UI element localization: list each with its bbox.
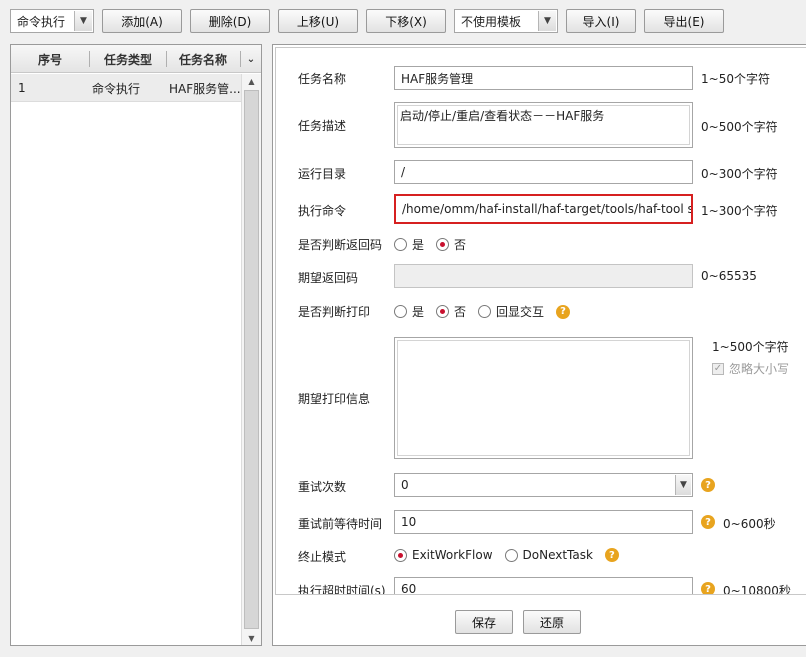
check-return-code-label: 是否判断返回码 (298, 238, 383, 252)
task-name-input[interactable]: HAF服务管理 (394, 66, 693, 90)
radio-button[interactable] (478, 305, 492, 318)
template-select-value: 不使用模板 (461, 14, 522, 29)
ignore-case-option[interactable]: ✓ 忽略大小写 (712, 360, 789, 377)
run-dir-label: 运行目录 (298, 167, 347, 181)
task-type-select-value: 命令执行 (17, 14, 66, 29)
help-icon[interactable]: ? (604, 548, 619, 562)
table-row[interactable]: 1 命令执行 HAF服务管... (11, 74, 241, 102)
check-print-radios: 是 否 回显交互 ? (394, 303, 571, 320)
radio-button[interactable] (394, 305, 407, 318)
retry-count-label: 重试次数 (298, 480, 347, 494)
column-header-type[interactable]: 任务类型 (90, 45, 166, 73)
task-desc-hint: 0~500个字符 (701, 120, 778, 134)
radio-button[interactable] (394, 238, 407, 251)
run-dir-input[interactable]: / (394, 160, 693, 184)
radio-label: 否 (454, 305, 467, 319)
chevron-down-icon[interactable]: ▼ (74, 11, 92, 31)
radio-button[interactable] (504, 548, 518, 562)
expected-print-hint: 1~500个字符 (712, 340, 789, 354)
retry-count-select[interactable]: 0 ▼ (394, 473, 693, 497)
ignore-case-label: 忽略大小写 (729, 362, 790, 376)
row-index: 1 (18, 81, 26, 95)
exec-timeout-label: 执行超时时间(s) (298, 584, 386, 595)
exec-cmd-label: 执行命令 (298, 204, 347, 218)
radio-label: 是 (412, 305, 425, 319)
expected-return-code-label: 期望返回码 (298, 271, 359, 285)
chevron-down-icon[interactable]: ▼ (675, 475, 691, 495)
expected-return-code-hint: 0~65535 (701, 269, 757, 283)
checkbox[interactable]: ✓ (712, 362, 724, 375)
retry-count-value: 0 (401, 478, 409, 492)
export-button[interactable]: 导出(E) (644, 9, 724, 33)
check-print-no[interactable]: 否 (436, 303, 466, 320)
delete-button[interactable]: 删除(D) (190, 9, 270, 33)
radio-label: 回显交互 (496, 305, 545, 319)
check-print-yes[interactable]: 是 (394, 303, 424, 320)
task-list-scrollbar[interactable]: ▲ ▼ (241, 74, 261, 645)
task-desc-textarea[interactable]: 启动/停止/重启/查看状态－－HAF服务 (394, 102, 693, 148)
check-return-code-radios: 是 否 (394, 236, 478, 253)
expected-print-text (397, 340, 690, 456)
help-icon[interactable]: ? (701, 582, 715, 594)
retry-wait-hint: 0~600秒 (723, 517, 776, 531)
task-type-select[interactable]: 命令执行 ▼ (10, 9, 94, 33)
exec-cmd-hint: 1~300个字符 (701, 204, 778, 218)
scroll-down-icon[interactable]: ▼ (242, 631, 261, 645)
terminate-mode-radios: ExitWorkFlow DoNextTask ? (394, 548, 619, 562)
exec-cmd-input[interactable]: /home/omm/haf-install/haf-target/tools/h… (394, 194, 693, 224)
check-print-interactive[interactable]: 回显交互 (478, 303, 544, 320)
retry-wait-label: 重试前等待时间 (298, 517, 383, 531)
task-detail-panel: 任务名称 HAF服务管理 1~50个字符 任务描述 启动/停止/重启/查看状态－… (272, 44, 806, 646)
radio-button-selected[interactable] (394, 548, 407, 562)
expected-return-code-input[interactable] (394, 264, 693, 288)
save-button[interactable]: 保存 (455, 610, 513, 634)
radio-label: 是 (412, 238, 425, 252)
task-name-hint: 1~50个字符 (701, 72, 770, 86)
move-down-button[interactable]: 下移(X) (366, 9, 446, 33)
scroll-up-icon[interactable]: ▲ (242, 74, 261, 88)
radio-button-selected[interactable] (436, 305, 450, 318)
terminate-mode-label: 终止模式 (298, 550, 347, 564)
add-button[interactable]: 添加(A) (102, 9, 182, 33)
check-return-code-no[interactable]: 否 (436, 236, 466, 253)
expected-print-textarea[interactable] (394, 337, 693, 459)
task-name-label: 任务名称 (298, 72, 347, 86)
terminate-do-next-task[interactable]: DoNextTask (504, 548, 593, 562)
task-desc-text: 启动/停止/重启/查看状态－－HAF服务 (397, 105, 690, 145)
task-form: 任务名称 HAF服务管理 1~50个字符 任务描述 启动/停止/重启/查看状态－… (275, 47, 806, 595)
task-desc-label: 任务描述 (298, 119, 347, 133)
radio-label: DoNextTask (522, 548, 593, 562)
task-list-header: 序号 任务类型 任务名称 ⌄ (11, 45, 261, 73)
row-task-type: 命令执行 (92, 81, 141, 96)
terminate-exit-workflow[interactable]: ExitWorkFlow (394, 548, 493, 562)
help-icon[interactable]: ? (701, 478, 715, 492)
chevron-down-icon[interactable]: ▼ (538, 11, 556, 31)
help-icon[interactable]: ? (701, 515, 715, 529)
template-select[interactable]: 不使用模板 ▼ (454, 9, 558, 33)
exec-timeout-hint: 0~10800秒 (723, 584, 791, 595)
exec-timeout-input[interactable]: 60 (394, 577, 693, 594)
check-return-code-yes[interactable]: 是 (394, 236, 424, 253)
reset-button[interactable]: 还原 (523, 610, 581, 634)
radio-label: 否 (454, 238, 467, 252)
expected-print-label: 期望打印信息 (298, 392, 371, 406)
column-header-index[interactable]: 序号 (11, 45, 89, 73)
move-up-button[interactable]: 上移(U) (278, 9, 358, 33)
check-print-label: 是否判断打印 (298, 305, 371, 319)
column-menu-icon[interactable]: ⌄ (241, 45, 261, 73)
retry-wait-input[interactable]: 10 (394, 510, 693, 534)
run-dir-hint: 0~300个字符 (701, 167, 778, 181)
scrollbar-thumb[interactable] (244, 90, 259, 629)
row-task-name: HAF服务管... (169, 81, 241, 96)
radio-button-selected[interactable] (436, 238, 450, 251)
task-list-panel: 序号 任务类型 任务名称 ⌄ 1 命令执行 HAF服务管... ▲ ▼ (10, 44, 262, 646)
radio-label: ExitWorkFlow (412, 548, 493, 562)
column-header-name[interactable]: 任务名称 (167, 45, 239, 73)
help-icon[interactable]: ? (556, 304, 571, 319)
import-button[interactable]: 导入(I) (566, 9, 636, 33)
